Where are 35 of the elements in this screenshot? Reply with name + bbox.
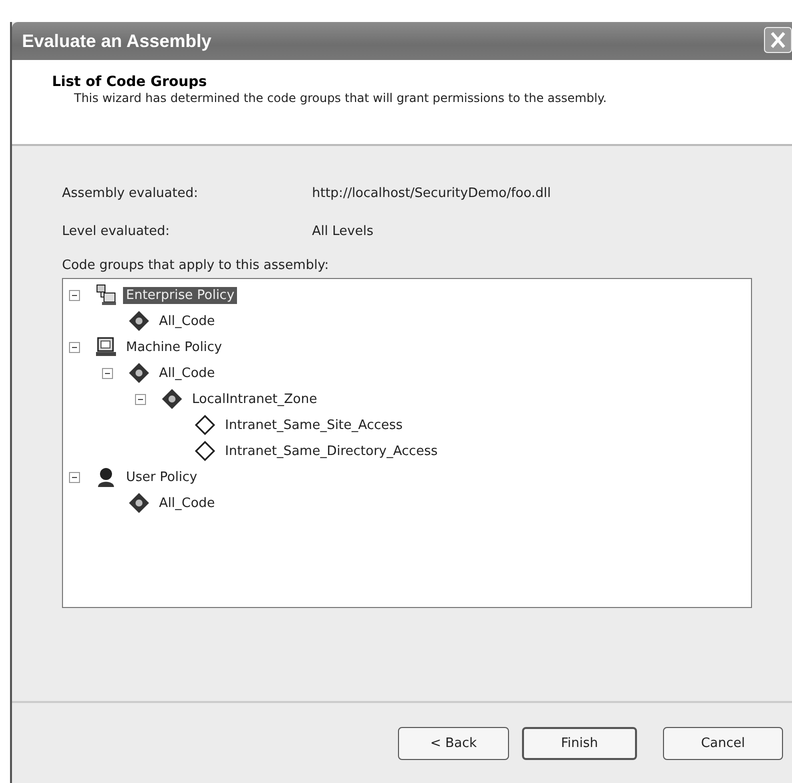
tree-item[interactable]: Intranet_Same_Site_Access [222,416,406,434]
tree-item[interactable]: Machine Policy [123,338,225,356]
tree-item[interactable]: LocalIntranet_Zone [189,390,320,408]
tree-item[interactable]: User Policy [123,468,200,486]
diamond-icon [128,310,150,332]
field-value: http://localhost/SecurityDemo/foo.dll [312,186,551,203]
dialog-button[interactable]: Finish [522,726,637,760]
diamond-icon [194,414,216,436]
diamond-icon [128,492,150,514]
network-icon [95,284,117,306]
tree-label: Code groups that apply to this assembly: [62,258,330,273]
diamond-icon [128,362,150,384]
field-value: All Levels [312,224,374,241]
collapse-icon[interactable] [135,394,146,404]
dialog-button[interactable]: Cancel [663,726,783,760]
field-label: Assembly evaluated: [62,186,199,203]
collapse-icon[interactable] [102,368,113,378]
dialog-button[interactable]: < Back [398,726,509,760]
window-title: Evaluate an Assembly [22,30,212,52]
diamond-icon [161,388,183,410]
tree-item[interactable]: All_Code [156,364,218,382]
collapse-icon[interactable] [69,472,80,482]
collapse-icon[interactable] [69,290,80,300]
close-icon[interactable] [764,27,792,53]
user-icon [95,466,117,488]
field-label: Level evaluated: [62,224,171,241]
page-title: List of Code Groups [52,74,208,90]
page-description: This wizard has determined the code groups that will grant permissions to the assembly. [74,90,608,107]
collapse-icon[interactable] [69,342,80,352]
tree-item[interactable]: All_Code [156,312,218,330]
diamond-icon [194,440,216,462]
tree-item[interactable]: Enterprise Policy [123,286,238,304]
tree-item[interactable]: All_Code [156,494,218,512]
tree-item[interactable]: Intranet_Same_Directory_Access [222,442,441,460]
computer-icon [95,336,117,358]
